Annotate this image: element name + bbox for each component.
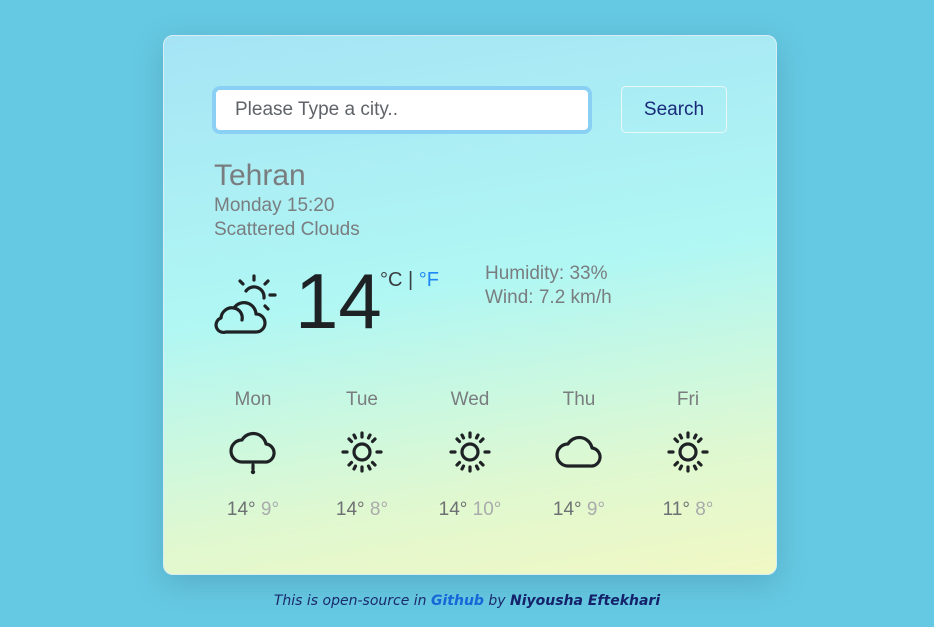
- search-input[interactable]: [212, 86, 592, 134]
- forecast-temps: 14° 10°: [415, 498, 525, 522]
- forecast-max: 14°: [335, 499, 365, 520]
- forecast-day: Tue 14° 8°: [307, 386, 417, 522]
- forecast-day: Fri 11° 8°: [633, 386, 743, 522]
- forecast-min: 8°: [695, 499, 714, 520]
- forecast-day-name: Mon: [234, 389, 272, 410]
- forecast-min: 9°: [260, 499, 280, 520]
- footer-prefix: This is open-source in: [273, 593, 431, 609]
- weather-card: Search Tehran Monday 15:20 Scattered Clo…: [163, 35, 777, 575]
- date-time: Monday 15:20: [214, 195, 335, 216]
- forecast-max: 14°: [552, 499, 582, 520]
- unit-separator: |: [402, 269, 419, 291]
- humidity: Humidity: 33%: [485, 263, 608, 284]
- footer: This is open-source in Github by Niyoush…: [0, 593, 934, 609]
- forecast-max: 14°: [226, 499, 256, 520]
- footer-middle: by: [483, 593, 511, 609]
- forecast: Mon 14° 9° Tue 14° 8° Wed 14° 10° Thu 14…: [198, 386, 743, 526]
- partly-cloudy-day-icon: [214, 274, 277, 335]
- forecast-temps: 14° 9°: [524, 498, 634, 522]
- forecast-max: 11°: [662, 499, 690, 520]
- celsius-unit[interactable]: °C: [380, 269, 402, 291]
- forecast-day-name: Tue: [345, 389, 379, 410]
- sun-icon: [341, 431, 383, 473]
- forecast-day: Thu 14° 9°: [524, 386, 634, 522]
- github-link[interactable]: Github: [431, 593, 484, 609]
- forecast-min: 8°: [369, 499, 389, 520]
- forecast-day: Mon 14° 9°: [198, 386, 308, 522]
- author-link[interactable]: Niyousha Eftekhari: [510, 593, 660, 609]
- forecast-temps: 14° 9°: [198, 498, 308, 522]
- cloud-icon: [555, 435, 602, 468]
- forecast-day: Wed 14° 10°: [415, 386, 525, 522]
- forecast-day-name: Thu: [562, 389, 596, 410]
- forecast-temps: 11° 8°: [633, 498, 743, 522]
- sun-icon: [449, 431, 491, 473]
- current-temperature: 14: [295, 257, 382, 345]
- forecast-min: 9°: [586, 499, 606, 520]
- weather-description: Scattered Clouds: [214, 219, 360, 240]
- forecast-max: 14°: [438, 499, 468, 520]
- wind-speed: Wind: 7.2 km/h: [485, 287, 612, 308]
- forecast-temps: 14° 8°: [307, 498, 417, 522]
- fahrenheit-link[interactable]: °F: [419, 269, 439, 291]
- forecast-day-name: Fri: [676, 389, 700, 410]
- unit-toggle: °C | °F: [380, 268, 439, 292]
- forecast-min: 10°: [472, 499, 502, 520]
- sun-icon: [667, 431, 709, 473]
- weather-details: Humidity: 33% Wind: 7.2 km/h: [485, 262, 612, 310]
- cloud-rain-icon: [229, 431, 276, 475]
- city-name: Tehran: [214, 159, 306, 192]
- search-button[interactable]: Search: [621, 86, 727, 133]
- forecast-day-name: Wed: [450, 389, 490, 410]
